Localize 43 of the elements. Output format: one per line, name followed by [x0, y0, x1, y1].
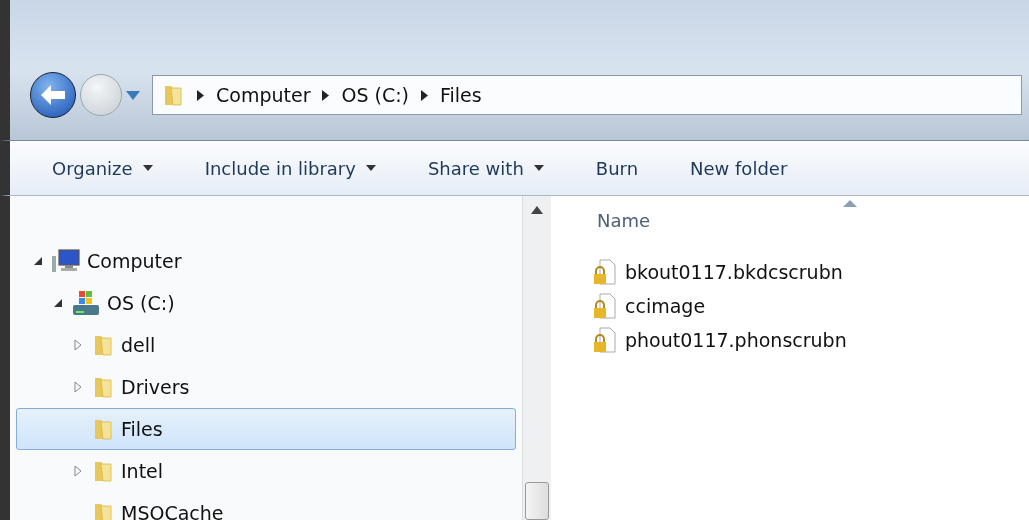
- file-item[interactable]: phout0117.phonscrubn: [593, 323, 1029, 357]
- column-header[interactable]: Name: [593, 210, 655, 231]
- toolbar-button[interactable]: Share with: [425, 153, 546, 183]
- expand-arrow-icon[interactable]: [74, 381, 82, 393]
- tree-item[interactable]: Drivers: [16, 366, 516, 408]
- caret-icon: [533, 165, 544, 171]
- tree-item[interactable]: Intel: [16, 450, 516, 492]
- toolbar-button[interactable]: Include in library: [202, 153, 378, 183]
- file-item[interactable]: ccimage: [593, 289, 1029, 323]
- computer-icon: [51, 248, 81, 274]
- chevron-icon[interactable]: [197, 89, 204, 101]
- breadcrumb[interactable]: Files: [440, 84, 482, 106]
- expand-arrow-icon[interactable]: [74, 465, 82, 477]
- tree-item[interactable]: dell: [16, 324, 516, 366]
- breadcrumb[interactable]: OS (C:): [341, 84, 409, 106]
- tree-item[interactable]: OS (C:): [16, 282, 516, 324]
- drive-icon: [71, 289, 101, 317]
- caret-icon: [142, 165, 153, 171]
- tree-item[interactable]: MSOCache: [16, 492, 516, 520]
- scroll-up-arrow-icon[interactable]: [531, 206, 543, 214]
- locked-file-icon: [593, 293, 617, 319]
- sort-arrow-icon: [843, 200, 857, 207]
- address-bar[interactable]: Computer OS (C:) Files: [152, 75, 1022, 115]
- back-button[interactable]: [30, 72, 76, 118]
- recent-pages-dropdown-icon[interactable]: [126, 90, 140, 100]
- tree-item[interactable]: Files: [16, 408, 516, 450]
- locked-file-icon: [593, 259, 617, 285]
- breadcrumb[interactable]: Computer: [216, 84, 311, 106]
- expanded-arrow-icon[interactable]: [53, 298, 63, 308]
- scrollbar[interactable]: [522, 196, 551, 520]
- expanded-arrow-icon[interactable]: [33, 256, 43, 266]
- tree-item[interactable]: Computer: [16, 240, 516, 282]
- chevron-icon[interactable]: [421, 89, 428, 101]
- back-arrow-icon: [40, 84, 66, 106]
- locked-file-icon: [593, 327, 617, 353]
- expand-arrow-icon[interactable]: [74, 339, 82, 351]
- toolbar-button[interactable]: Organize: [50, 153, 155, 183]
- toolbar-button[interactable]: Burn: [593, 153, 641, 183]
- caret-icon: [365, 165, 376, 171]
- scrollbar-thumb[interactable]: [525, 482, 549, 520]
- toolbar-button[interactable]: New folder: [688, 153, 790, 183]
- file-item[interactable]: bkout0117.bkdcscrubn: [593, 255, 1029, 289]
- chevron-icon[interactable]: [322, 89, 330, 101]
